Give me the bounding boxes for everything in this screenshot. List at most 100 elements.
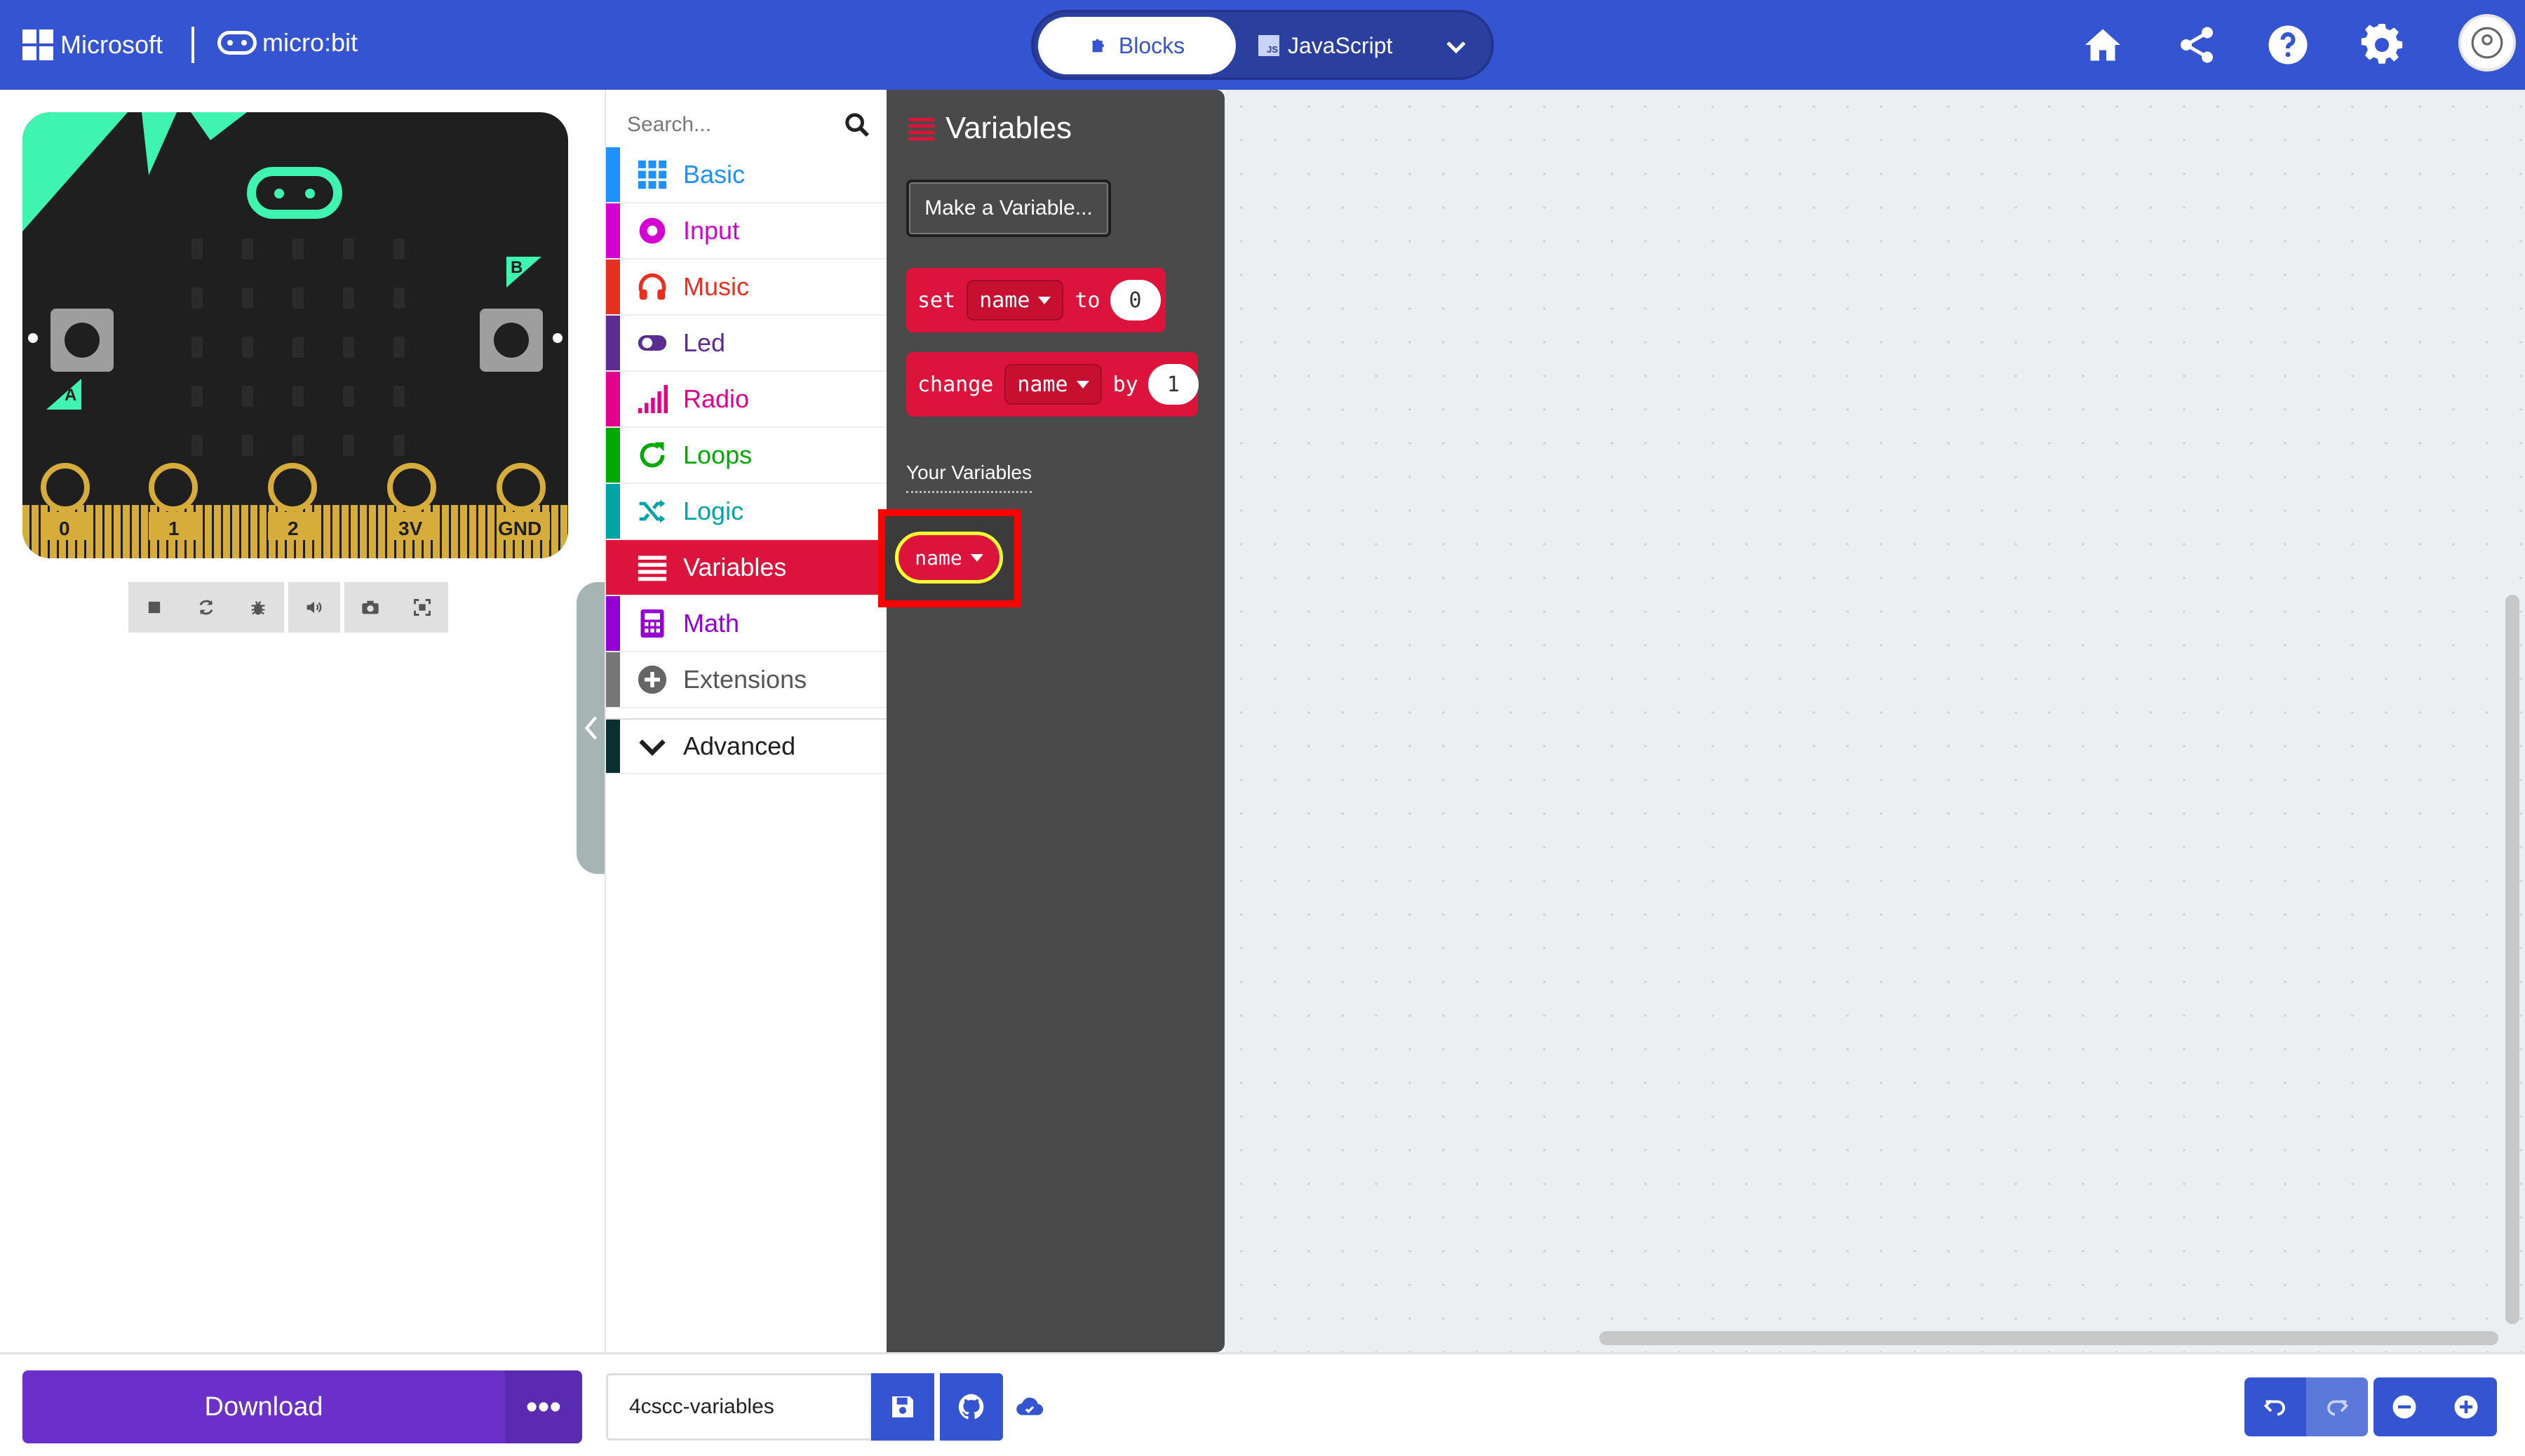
category-music[interactable]: Music — [606, 259, 888, 316]
brand-separator — [191, 27, 194, 63]
button-b[interactable] — [480, 309, 543, 372]
microbit-simulator[interactable]: A B 0 1 2 3V GND — [22, 112, 568, 558]
stop-button[interactable] — [128, 582, 180, 633]
pin-label: 2 — [288, 518, 299, 539]
redo-button[interactable] — [2306, 1377, 2368, 1436]
touch-logo[interactable] — [247, 167, 342, 219]
microbit-label: micro:bit — [262, 28, 358, 57]
search-icon[interactable] — [843, 111, 871, 139]
stop-icon — [148, 601, 161, 614]
user-avatar[interactable] — [2458, 14, 2516, 72]
button-a[interactable] — [50, 309, 114, 372]
pin-gnd[interactable] — [497, 463, 546, 512]
cloud-sync-icon[interactable] — [1014, 1393, 1045, 1421]
github-button[interactable] — [940, 1373, 1003, 1441]
variable-dropdown[interactable]: name — [1004, 364, 1102, 405]
category-variables[interactable]: Variables — [606, 540, 888, 596]
loop-arrow-icon — [640, 442, 665, 468]
save-disk-icon — [892, 1396, 913, 1417]
button-a-label: A — [65, 386, 77, 405]
category-basic[interactable]: Basic — [606, 147, 888, 203]
simulator-collapse-handle[interactable] — [577, 582, 606, 874]
category-advanced[interactable]: Advanced — [606, 718, 888, 774]
pin-label: 3V — [398, 518, 423, 539]
bug-icon — [251, 601, 265, 615]
chevron-left-icon — [584, 716, 598, 740]
search-input[interactable]: Search... — [627, 113, 711, 137]
block-keyword: by — [1112, 372, 1138, 397]
bottom-bar: Download ••• 4cscc-variables — [0, 1352, 2525, 1456]
category-label: Logic — [683, 497, 744, 525]
javascript-mode-button[interactable]: JS JavaScript — [1258, 17, 1392, 74]
fullscreen-button[interactable] — [396, 582, 448, 633]
toggle-icon — [638, 335, 667, 351]
simulator-toolbar — [128, 582, 448, 633]
debug-button[interactable] — [232, 582, 284, 633]
pin-0[interactable] — [41, 463, 90, 512]
chevron-down-icon[interactable] — [1442, 32, 1470, 60]
category-led[interactable]: Led — [606, 316, 888, 372]
signal-bars-icon — [638, 384, 668, 414]
undo-button[interactable] — [2244, 1377, 2306, 1436]
blocks-mode-button[interactable]: Blocks — [1038, 17, 1236, 74]
download-button[interactable]: Download — [22, 1370, 505, 1443]
microbit-logo[interactable]: micro:bit — [217, 28, 358, 58]
horizontal-scrollbar[interactable] — [1599, 1331, 2498, 1345]
home-icon[interactable] — [2082, 24, 2124, 66]
redo-icon — [2327, 1399, 2349, 1416]
toolbox-search[interactable]: Search... — [627, 104, 880, 146]
gear-icon[interactable] — [2361, 24, 2403, 66]
pin-2[interactable] — [268, 463, 317, 512]
category-extensions[interactable]: Extensions — [606, 652, 888, 708]
blocks-mode-label: Blocks — [1118, 32, 1185, 58]
speaker-icon — [307, 601, 322, 614]
pin-1[interactable] — [149, 463, 198, 512]
value-input[interactable]: 1 — [1147, 364, 1199, 405]
zoom-in-button[interactable] — [2435, 1377, 2497, 1436]
share-icon[interactable] — [2176, 24, 2218, 66]
calculator-icon — [640, 609, 664, 638]
category-loops[interactable]: Loops — [606, 428, 888, 484]
vertical-scrollbar[interactable] — [2505, 595, 2519, 1324]
category-input[interactable]: Input — [606, 203, 888, 259]
change-variable-block[interactable]: change name by 1 — [906, 352, 1199, 417]
pin-label: 1 — [168, 518, 180, 539]
screenshot-button[interactable] — [344, 582, 396, 633]
zoom-group — [2374, 1377, 2497, 1436]
set-variable-block[interactable]: set name to 0 — [906, 268, 1166, 332]
block-keyword: change — [917, 372, 994, 397]
caret-down-icon — [970, 553, 983, 562]
fullscreen-icon — [414, 599, 431, 616]
minus-circle-icon — [2392, 1395, 2416, 1419]
zoom-out-button[interactable] — [2374, 1377, 2435, 1436]
project-name-input[interactable]: 4cscc-variables — [606, 1373, 873, 1441]
category-logic[interactable]: Logic — [606, 484, 888, 540]
value-input[interactable]: 0 — [1110, 280, 1161, 321]
pin-3v[interactable] — [387, 463, 436, 512]
variable-reporter-block[interactable]: name — [895, 532, 1003, 584]
help-icon[interactable] — [2267, 24, 2309, 66]
category-radio[interactable]: Radio — [606, 372, 888, 428]
grid-icon — [638, 160, 667, 189]
category-label: Radio — [683, 384, 750, 413]
variable-dropdown[interactable]: name — [967, 280, 1064, 321]
category-label: Extensions — [683, 665, 807, 694]
pin-label: GND — [498, 518, 542, 539]
list-lines-icon — [638, 555, 667, 581]
undo-icon — [2263, 1399, 2285, 1416]
microsoft-logo[interactable]: Microsoft — [22, 28, 163, 62]
save-button[interactable] — [871, 1373, 934, 1441]
category-label: Led — [683, 328, 726, 357]
block-keyword: set — [917, 288, 956, 313]
shuffle-icon — [639, 499, 666, 523]
make-variable-button[interactable]: Make a Variable... — [906, 180, 1111, 237]
toolbox: Search... Basic Input Music Led Radio Lo… — [605, 90, 888, 1352]
blocks-workspace[interactable] — [1225, 90, 2525, 1352]
target-circle-icon — [639, 217, 666, 244]
plus-circle-icon — [638, 665, 667, 694]
headphones-icon — [638, 273, 666, 300]
category-math[interactable]: Math — [606, 596, 888, 652]
restart-button[interactable] — [180, 582, 232, 633]
more-options-button[interactable]: ••• — [505, 1370, 582, 1443]
mute-button[interactable] — [288, 582, 340, 633]
